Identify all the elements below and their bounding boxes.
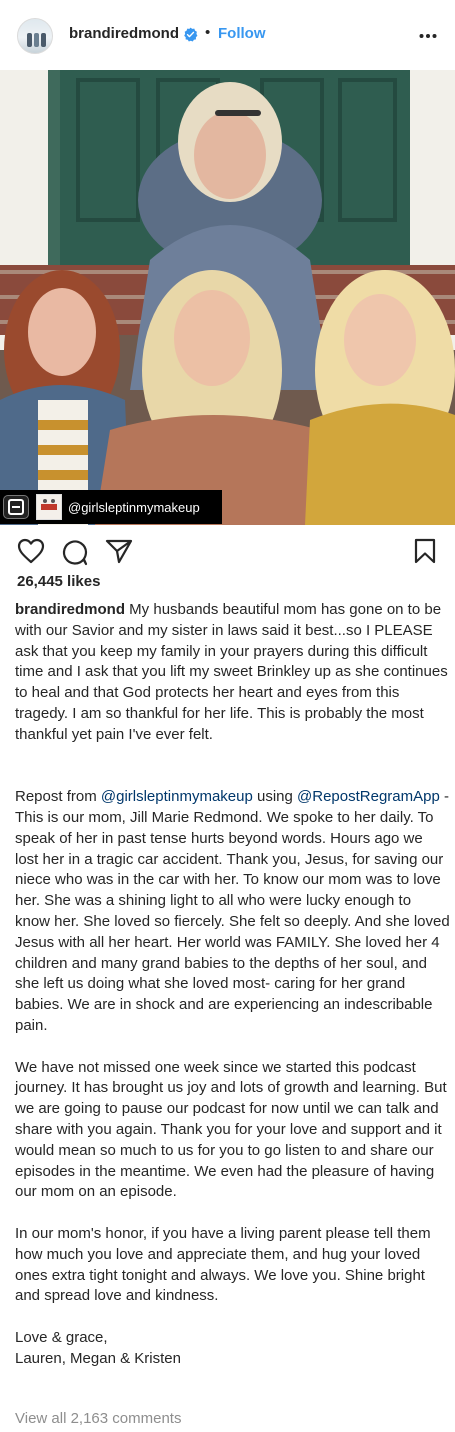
- caption-text: My husbands beautiful mom has gone on to…: [15, 601, 448, 743]
- post-photo[interactable]: @girlsleptinmymakeup: [0, 70, 455, 525]
- caption-signoff-2: Lauren, Megan & Kristen: [15, 1349, 181, 1367]
- view-all-comments-link[interactable]: View all 2,163 comments: [15, 1410, 181, 1427]
- repost-source-thumbnail: [36, 494, 62, 520]
- caption-text: using: [252, 788, 298, 806]
- username[interactable]: brandiredmond: [69, 25, 179, 42]
- caption-paragraph-2: Repost from @girlsleptinmymakeup using @…: [15, 787, 450, 1037]
- repost-app-icon: [3, 495, 29, 519]
- caption-paragraph-4: In our mom's honor, if you have a living…: [15, 1224, 431, 1305]
- photo-illustration: [0, 70, 455, 525]
- caption-paragraph-3: We have not missed one week since we sta…: [15, 1058, 447, 1201]
- caption-text: Repost from: [15, 788, 101, 806]
- heart-icon[interactable]: [17, 538, 45, 564]
- follow-button[interactable]: Follow: [218, 25, 266, 42]
- comment-icon[interactable]: [61, 538, 89, 566]
- caption-text: - This is our mom, Jill Marie Redmond. W…: [15, 788, 450, 1034]
- verified-badge-icon: [184, 27, 198, 42]
- caption-paragraph-1: brandiredmond My husbands beautiful mom …: [15, 600, 450, 746]
- more-options-icon[interactable]: [418, 26, 438, 46]
- avatar[interactable]: [17, 18, 53, 54]
- post-header: brandiredmond • Follow: [0, 0, 455, 70]
- bookmark-icon[interactable]: [413, 538, 437, 564]
- like-count[interactable]: 26,445 likes: [17, 573, 100, 590]
- mention-link[interactable]: @girlsleptinmymakeup: [101, 788, 253, 805]
- post-caption: brandiredmond My husbands beautiful mom …: [15, 600, 450, 1369]
- mention-link[interactable]: @RepostRegramApp: [297, 788, 440, 805]
- separator-dot: •: [205, 24, 211, 41]
- repost-attribution-bar: @girlsleptinmymakeup: [0, 490, 222, 524]
- share-icon[interactable]: [105, 538, 133, 564]
- caption-signoff-1: Love & grace,: [15, 1328, 108, 1346]
- caption-author[interactable]: brandiredmond: [15, 601, 125, 618]
- repost-handle: @girlsleptinmymakeup: [68, 500, 200, 515]
